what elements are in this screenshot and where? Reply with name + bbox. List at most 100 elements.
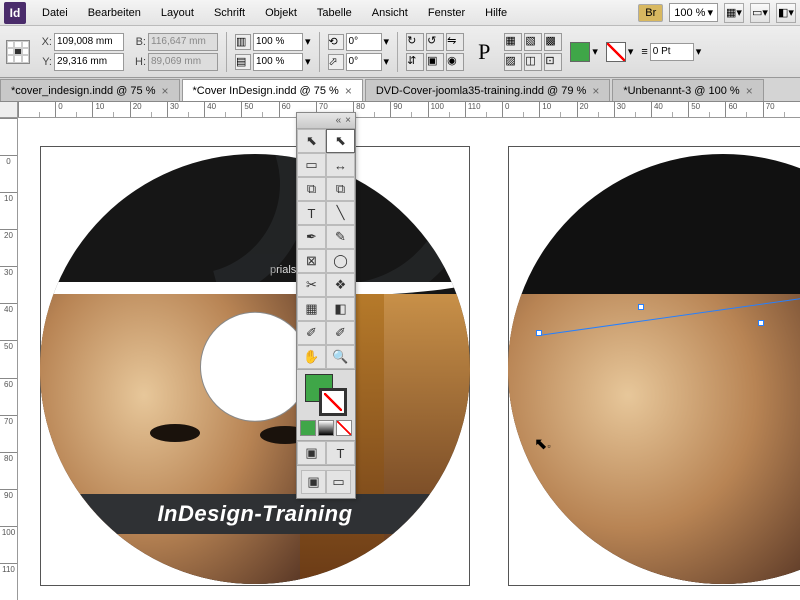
selection-tool[interactable]: ⬉ <box>297 129 326 153</box>
disc-title: InDesign-Training <box>40 494 470 534</box>
flip-v-icon[interactable]: ⇵ <box>406 53 424 71</box>
fit-content-icon[interactable]: ▦ <box>504 33 522 51</box>
doc-tab[interactable]: *Cover InDesign.indd @ 75 % × <box>182 79 363 101</box>
close-icon[interactable]: × <box>345 115 351 126</box>
y-field[interactable] <box>54 53 124 71</box>
zoom-level[interactable]: 100 %▾ <box>669 3 718 22</box>
workspace-icon[interactable]: ◧▾ <box>776 3 796 23</box>
hand-tool[interactable]: ✋ <box>297 345 326 369</box>
note-tool[interactable]: ✐ <box>297 321 326 345</box>
chevron-down-icon[interactable]: ▾ <box>592 45 598 58</box>
fit-frame-icon[interactable]: ▧ <box>524 33 542 51</box>
vertical-ruler[interactable]: 0102030405060708090100110 <box>0 118 18 600</box>
tab-label: DVD-Cover-joomla35-training.indd @ 79 % <box>376 85 586 97</box>
scissors-tool[interactable]: ✂ <box>297 273 326 297</box>
ruler-origin[interactable] <box>0 102 18 118</box>
arrange-docs-icon[interactable]: ▦▾ <box>724 3 744 23</box>
fill-swatch[interactable] <box>570 42 590 62</box>
x-field[interactable] <box>54 33 124 51</box>
menu-type[interactable]: Schrift <box>204 3 255 23</box>
menu-object[interactable]: Objekt <box>255 3 307 23</box>
line-tool[interactable]: ╲ <box>326 201 355 225</box>
apply-gradient-icon[interactable] <box>318 420 334 436</box>
menu-help[interactable]: Hilfe <box>475 3 517 23</box>
scale-x-field[interactable] <box>253 33 303 51</box>
menu-window[interactable]: Fenster <box>418 3 475 23</box>
format-text[interactable]: T <box>326 441 355 465</box>
paragraph-icon[interactable]: P <box>472 39 496 65</box>
view-mode-preview[interactable]: ▭ <box>326 470 351 494</box>
rotate-ccw-icon[interactable]: ↺ <box>426 33 444 51</box>
tab-label: *Cover InDesign.indd @ 75 % <box>193 85 339 97</box>
stroke-weight-field[interactable] <box>650 43 694 61</box>
pencil-tool[interactable]: ✎ <box>326 225 355 249</box>
gap-tool[interactable]: ↔ <box>326 153 355 177</box>
stroke-swatch[interactable] <box>606 42 626 62</box>
collapse-icon[interactable]: « <box>336 115 342 126</box>
disc-artwork-left[interactable]: prials.de InDesign-Training <box>40 154 470 584</box>
rectangle-frame[interactable]: ⊠ <box>297 249 326 273</box>
close-icon[interactable]: × <box>592 84 599 98</box>
doc-tab[interactable]: *Unbenannt-3 @ 100 %× <box>612 79 763 101</box>
control-bar: X: Y: B: H: ▥▾ ▤▾ ⟲▾ ⬀▾ ↻↺⇋ ⇵▣◉ P ▦▧▩ ▨◫… <box>0 26 800 78</box>
panel-header[interactable]: « × <box>297 113 355 129</box>
shear-field[interactable] <box>346 53 382 71</box>
doc-tab[interactable]: *cover_indesign.indd @ 75 %× <box>0 79 180 101</box>
close-icon[interactable]: × <box>746 84 753 98</box>
tools-panel[interactable]: « × ⬉⬉▭↔⧉⧉T╲✒✎⊠◯✂❖▦◧✐✐✋🔍 ▣T ▣ ▭ <box>296 112 356 499</box>
reference-point[interactable] <box>6 40 30 64</box>
select-container-icon[interactable]: ▣ <box>426 53 444 71</box>
screen-mode-icon[interactable]: ▭▾ <box>750 3 770 23</box>
scale-y-field[interactable] <box>253 53 303 71</box>
close-icon[interactable]: × <box>345 84 352 98</box>
rotate-field[interactable] <box>346 33 382 51</box>
w-field[interactable] <box>148 33 218 51</box>
chevron-down-icon[interactable]: ▾ <box>384 35 390 48</box>
apply-color-icon[interactable] <box>300 420 316 436</box>
rotate-cw-icon[interactable]: ↻ <box>406 33 424 51</box>
chevron-down-icon[interactable]: ▾ <box>305 35 311 48</box>
horizontal-ruler[interactable]: 0102030405060708090100110010203040506070 <box>18 102 800 118</box>
chevron-down-icon[interactable]: ▾ <box>384 55 390 68</box>
type-tool[interactable]: T <box>297 201 326 225</box>
content-collector[interactable]: ⧉ <box>297 177 326 201</box>
select-content-icon[interactable]: ◉ <box>446 53 464 71</box>
menu-table[interactable]: Tabelle <box>307 3 362 23</box>
fill-stroke-swatch[interactable] <box>305 374 347 416</box>
fitting-buttons: ▦▧▩ ▨◫⊡ <box>504 33 562 71</box>
selection-handles[interactable] <box>508 154 800 584</box>
menu-edit[interactable]: Bearbeiten <box>78 3 151 23</box>
menu-bar: Id Datei Bearbeiten Layout Schrift Objek… <box>0 0 800 26</box>
page-tool[interactable]: ▭ <box>297 153 326 177</box>
apply-none-icon[interactable] <box>336 420 352 436</box>
eyedropper-tool[interactable]: ✐ <box>326 321 355 345</box>
doc-tab[interactable]: DVD-Cover-joomla35-training.indd @ 79 % × <box>365 79 611 101</box>
pen-tool[interactable]: ✒ <box>297 225 326 249</box>
menu-view[interactable]: Ansicht <box>362 3 418 23</box>
view-mode-normal[interactable]: ▣ <box>301 470 326 494</box>
gradient-swatch[interactable]: ▦ <box>297 297 326 321</box>
document-canvas[interactable]: prials.de InDesign-Training ⬉▫ <box>18 118 800 600</box>
flip-h-icon[interactable]: ⇋ <box>446 33 464 51</box>
ellipse-tool[interactable]: ◯ <box>326 249 355 273</box>
scale-y-icon: ▤ <box>235 54 251 70</box>
chevron-down-icon[interactable]: ▾ <box>628 45 634 58</box>
direct-selection-tool[interactable]: ⬉ <box>326 129 355 153</box>
gradient-feather[interactable]: ◧ <box>326 297 355 321</box>
fit-prop-icon[interactable]: ◫ <box>524 53 542 71</box>
free-transform[interactable]: ❖ <box>326 273 355 297</box>
chevron-down-icon[interactable]: ▾ <box>696 45 702 58</box>
menu-file[interactable]: Datei <box>32 3 78 23</box>
fill-frame-icon[interactable]: ▨ <box>504 53 522 71</box>
format-container[interactable]: ▣ <box>297 441 326 465</box>
bridge-badge[interactable]: Br <box>638 4 663 22</box>
h-field[interactable] <box>148 53 218 71</box>
zoom-tool[interactable]: 🔍 <box>326 345 355 369</box>
close-icon[interactable]: × <box>161 84 168 98</box>
content-placer[interactable]: ⧉ <box>326 177 355 201</box>
chevron-down-icon[interactable]: ▾ <box>305 55 311 68</box>
center-content-icon[interactable]: ▩ <box>544 33 562 51</box>
auto-fit-icon[interactable]: ⊡ <box>544 53 562 71</box>
stroke-color[interactable] <box>319 388 347 416</box>
menu-layout[interactable]: Layout <box>151 3 204 23</box>
